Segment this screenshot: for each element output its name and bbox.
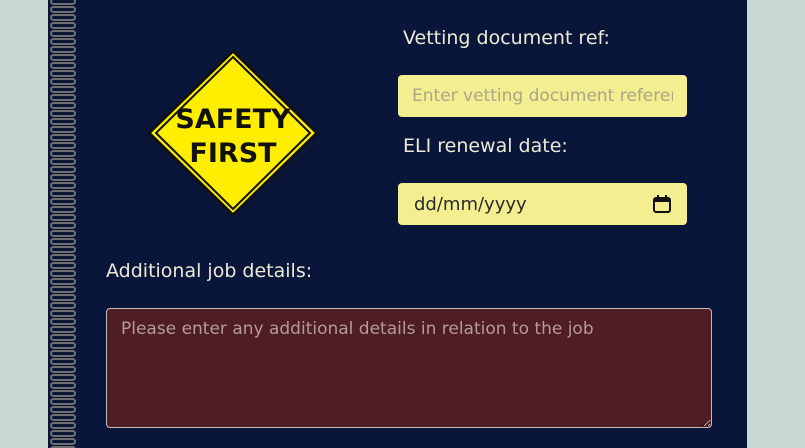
vetting-document-input[interactable] (398, 75, 687, 117)
spiral-coil (50, 414, 76, 421)
spiral-coil (50, 374, 76, 381)
spiral-coil (50, 134, 76, 141)
spiral-coil (50, 166, 76, 173)
spiral-coil (50, 326, 76, 333)
spiral-coil (50, 366, 76, 373)
spiral-coil (50, 238, 76, 245)
spiral-coil (50, 350, 76, 357)
spiral-coil (50, 390, 76, 397)
spiral-coil (50, 94, 76, 101)
spiral-coil (50, 270, 76, 277)
spiral-coil (50, 334, 76, 341)
spiral-coil (50, 0, 76, 5)
spiral-binding (46, 0, 86, 448)
spiral-coil (50, 190, 76, 197)
spiral-coil (50, 438, 76, 445)
spiral-coil (50, 70, 76, 77)
spiral-coil (50, 46, 76, 53)
spiral-coil (50, 286, 76, 293)
spiral-coil (50, 422, 76, 429)
spiral-coil (50, 302, 76, 309)
spiral-coil (50, 158, 76, 165)
vetting-label: Vetting document ref: (403, 27, 610, 49)
spiral-coil (50, 110, 76, 117)
spiral-coil (50, 174, 76, 181)
spiral-coil (50, 382, 76, 389)
spiral-coil (50, 358, 76, 365)
safety-first-sign: SAFETY FIRST (146, 48, 320, 218)
additional-details-label: Additional job details: (106, 260, 313, 282)
spiral-coil (50, 62, 76, 69)
spiral-coil (50, 14, 76, 21)
spiral-coil (50, 230, 76, 237)
spiral-coil (50, 182, 76, 189)
spiral-coil (50, 22, 76, 29)
spiral-coil (50, 86, 76, 93)
spiral-coil (50, 278, 76, 285)
spiral-coil (50, 430, 76, 437)
spiral-coil (50, 262, 76, 269)
date-value: dd/mm/yyyy (414, 193, 527, 215)
spiral-coil (50, 318, 76, 325)
spiral-coil (50, 214, 76, 221)
spiral-coil (50, 30, 76, 37)
spiral-coil (50, 118, 76, 125)
spiral-coil (50, 198, 76, 205)
eli-renewal-label: ELI renewal date: (403, 135, 568, 157)
spiral-coil (50, 398, 76, 405)
spiral-coil (50, 310, 76, 317)
spiral-coil (50, 78, 76, 85)
spiral-coil (50, 254, 76, 261)
spiral-coil (50, 142, 76, 149)
calendar-icon[interactable] (653, 195, 671, 213)
sign-line-2: FIRST (189, 138, 277, 169)
spiral-coil (50, 342, 76, 349)
spiral-coil (50, 206, 76, 213)
spiral-coil (50, 6, 76, 13)
spiral-coil (50, 150, 76, 157)
spiral-coil (50, 406, 76, 413)
eli-renewal-date-input[interactable]: dd/mm/yyyy (398, 183, 687, 225)
additional-details-textarea[interactable] (106, 308, 712, 428)
spiral-coil (50, 246, 76, 253)
spiral-coil (50, 294, 76, 301)
spiral-coil (50, 54, 76, 61)
spiral-coil (50, 38, 76, 45)
sign-line-1: SAFETY (175, 104, 291, 135)
spiral-coil (50, 222, 76, 229)
spiral-coil (50, 126, 76, 133)
spiral-coil (50, 102, 76, 109)
